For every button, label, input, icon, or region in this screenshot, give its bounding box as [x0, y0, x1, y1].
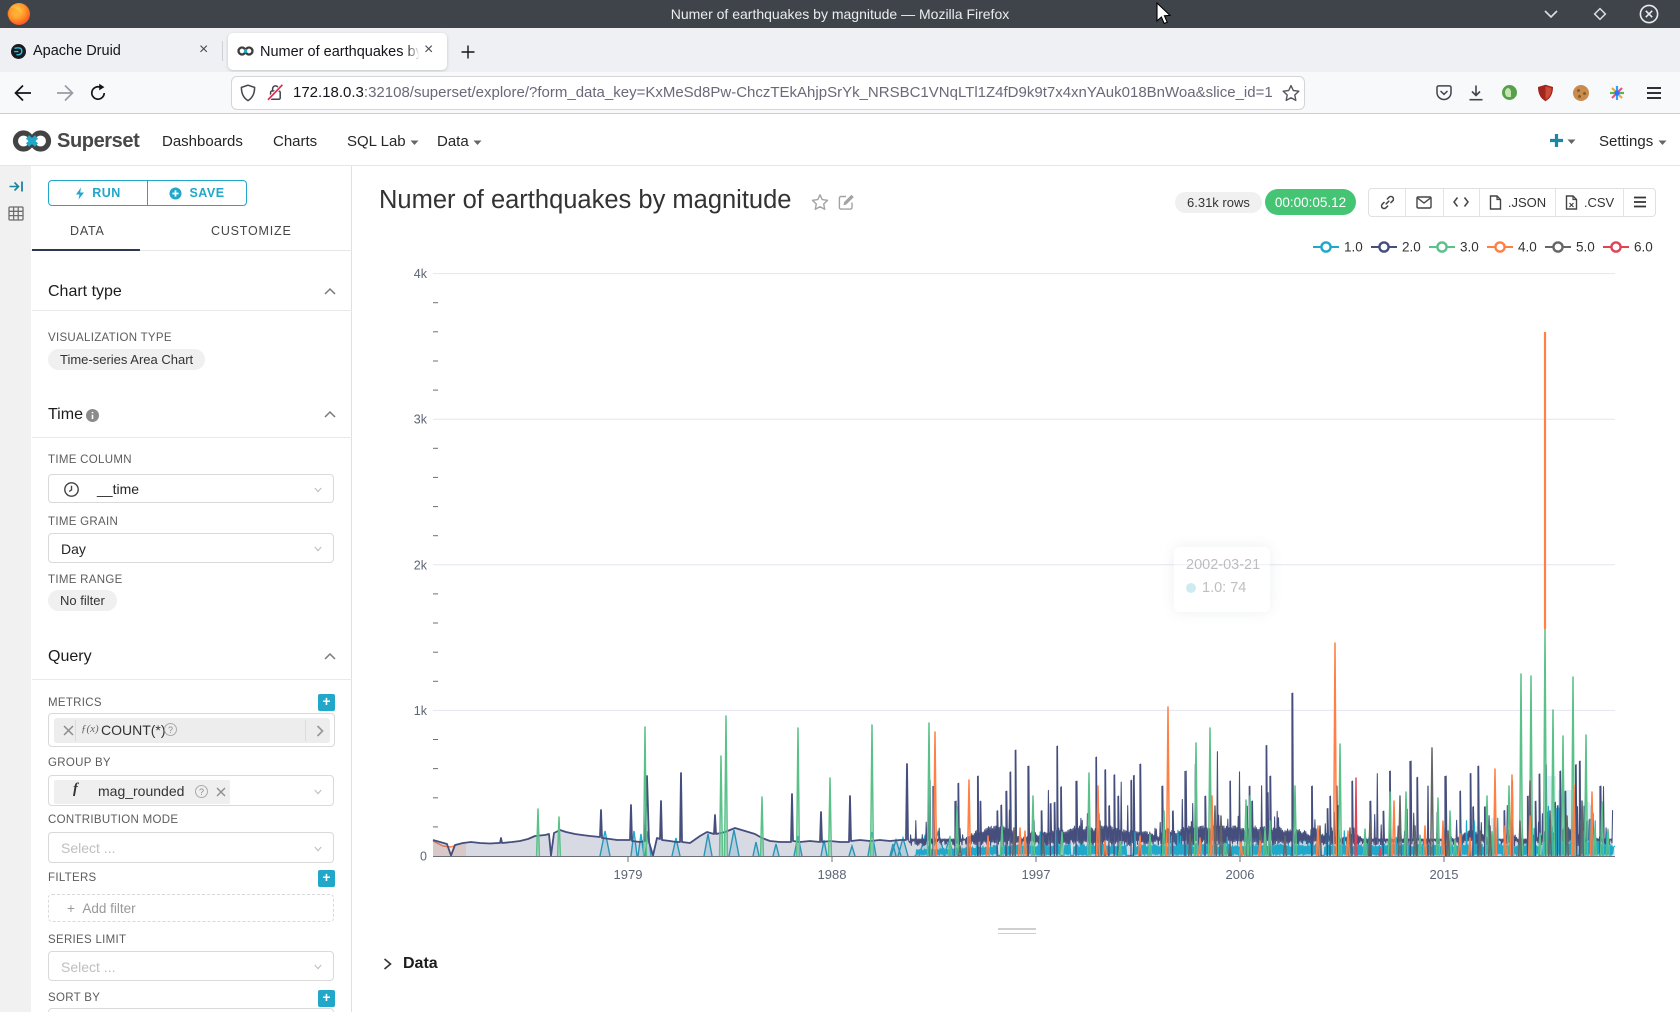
svg-text:4k: 4k — [414, 267, 428, 281]
svg-text:1k: 1k — [414, 704, 428, 718]
svg-text:1997: 1997 — [1022, 867, 1051, 882]
svg-text:2k: 2k — [414, 558, 428, 572]
svg-text:2015: 2015 — [1430, 867, 1459, 882]
svg-text:3k: 3k — [414, 413, 428, 427]
svg-text:1988: 1988 — [818, 867, 847, 882]
svg-text:2006: 2006 — [1226, 867, 1255, 882]
svg-text:0: 0 — [420, 850, 427, 864]
svg-text:1979: 1979 — [614, 867, 643, 882]
